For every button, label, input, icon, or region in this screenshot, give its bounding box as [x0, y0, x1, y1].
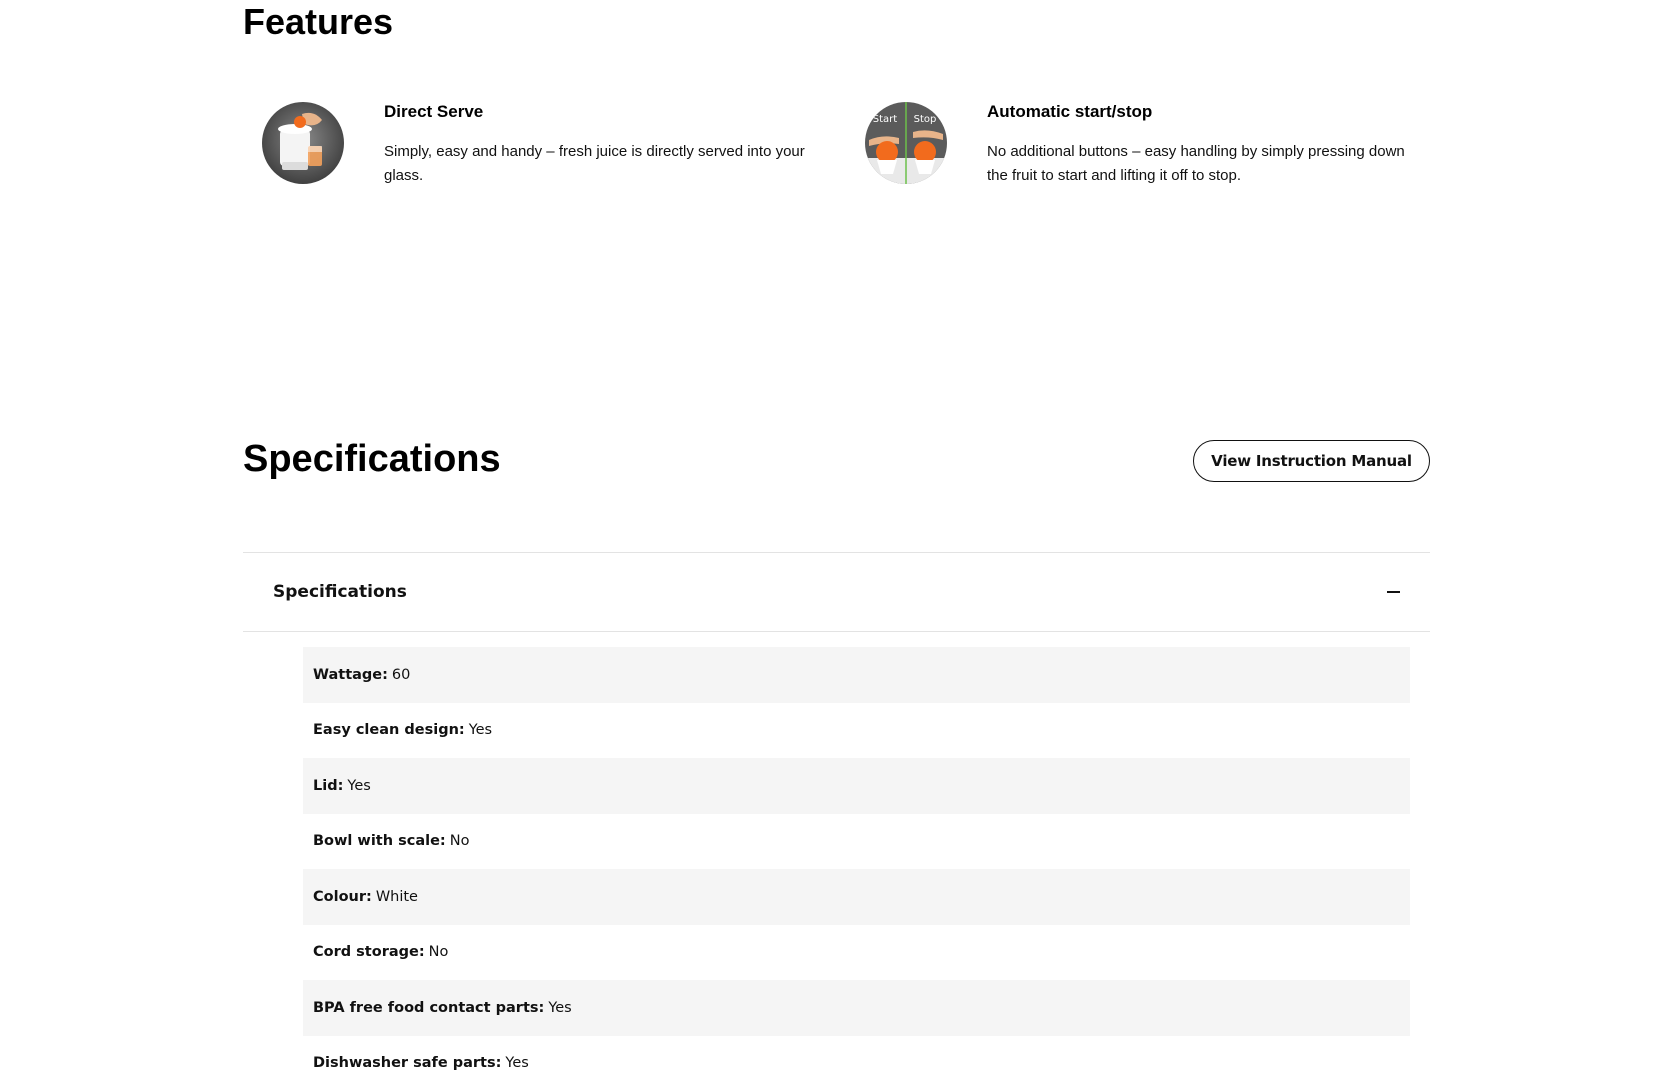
product-page: Features Direct Serve Simply, easy and h…: [0, 0, 1659, 1076]
minus-icon[interactable]: [1387, 590, 1400, 594]
spec-value: No: [449, 833, 470, 850]
spec-key: Dishwasher safe parts:: [313, 1055, 502, 1072]
feature-title: Automatic start/stop: [987, 102, 1153, 121]
start-label: Start: [873, 114, 898, 125]
spec-value: Yes: [548, 999, 572, 1016]
accordion-label: Specifications: [273, 582, 407, 602]
features-heading: Features: [243, 1, 394, 42]
spec-value: Yes: [347, 777, 371, 794]
spec-value: Yes: [505, 1055, 529, 1072]
view-instruction-manual-button[interactable]: View Instruction Manual: [1193, 440, 1430, 482]
spec-key: Cord storage:: [313, 944, 425, 961]
spec-row-easy-clean-design: Easy clean design: Yes: [303, 703, 1410, 759]
spec-value: No: [428, 944, 449, 961]
spec-key: Wattage:: [313, 666, 388, 683]
spec-key: Colour:: [313, 888, 372, 905]
feature-title: Direct Serve: [384, 102, 484, 121]
spec-key: BPA free food contact parts:: [313, 999, 545, 1016]
spec-row-bowl-with-scale: Bowl with scale: No: [303, 814, 1410, 870]
specifications-heading: Specifications: [243, 438, 501, 480]
spec-row-wattage: Wattage: 60: [303, 647, 1410, 703]
juicer-direct-serve-image: [262, 102, 344, 184]
spec-value: 60: [391, 666, 411, 683]
spec-row-dishwasher-safe: Dishwasher safe parts: Yes: [303, 1036, 1410, 1076]
spec-value: White: [375, 888, 418, 905]
stop-label: Stop: [914, 114, 937, 125]
start-stop-image: Start Stop: [865, 102, 947, 184]
spec-list: Wattage: 60 Easy clean design: Yes Lid: …: [303, 647, 1410, 1076]
feature-automatic-start-stop: Start Stop Automatic start/stop No addit…: [865, 100, 1425, 188]
feature-description: No additional buttons – easy handling by…: [987, 143, 1405, 184]
spec-key: Easy clean design:: [313, 722, 465, 739]
spec-key: Lid:: [313, 777, 344, 794]
feature-direct-serve: Direct Serve Simply, easy and handy – fr…: [262, 100, 822, 188]
spec-row-bpa-free: BPA free food contact parts: Yes: [303, 980, 1410, 1036]
specifications-accordion-header[interactable]: Specifications: [243, 552, 1430, 632]
feature-description: Simply, easy and handy – fresh juice is …: [384, 143, 805, 184]
spec-value: Yes: [468, 722, 493, 739]
spec-row-colour: Colour: White: [303, 869, 1410, 925]
spec-key: Bowl with scale:: [313, 833, 446, 850]
spec-row-cord-storage: Cord storage: No: [303, 925, 1410, 981]
spec-row-lid: Lid: Yes: [303, 758, 1410, 814]
